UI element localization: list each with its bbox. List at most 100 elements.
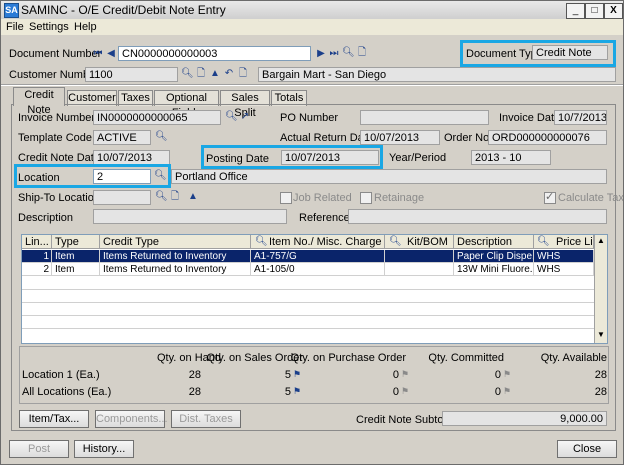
minimize-button[interactable]: _ [566,3,585,19]
separator [1,84,623,86]
next-record-icon[interactable]: ▶ [315,48,327,60]
customer-edit-icon[interactable]: 🗋 [237,68,249,80]
customer-zoom-icon[interactable]: ▲ [209,68,221,80]
components-button[interactable]: Components... [95,410,168,428]
row-credit-type-cell: Items Returned to Inventory [100,250,251,263]
row-price-list-cell: WHS [534,250,594,263]
previous-record-icon[interactable]: ◀ [105,48,117,60]
document-number-field[interactable]: CN0000000000003 [118,46,311,61]
sales-order-drilldown-icon[interactable]: ⚑ [293,370,301,379]
item-tax-button[interactable]: Item/Tax... [19,410,89,428]
location-field[interactable]: 2 [93,169,151,184]
template-code-label: Template Code [18,132,92,144]
location-description-field: Portland Office [171,169,607,184]
close-window-button[interactable]: X [604,3,623,19]
ship-to-finder-icon[interactable]: 🔍︎ [155,191,168,203]
posting-date-label: Posting Date [206,153,269,165]
location-label: Location [18,172,60,184]
credit-note-date-label: Credit Note Date [18,152,100,164]
invoice-finder-icon[interactable]: 🔍︎ [225,111,238,123]
actual-return-date-label: Actual Return Date [280,132,373,144]
ship-to-new-icon[interactable]: 🗋 [169,191,181,203]
template-code-field[interactable]: ACTIVE [93,130,151,145]
ship-to-zoom-icon[interactable]: ▲ [187,191,199,203]
search-icon[interactable]: 🔍︎ [342,47,355,59]
window-title: SAMINC - O/E Credit/Debit Note Entry [21,3,226,17]
qty-committed-header: Qty. Committed [428,352,504,364]
column-header-item-no[interactable]: Item No./ Misc. Charge [251,235,385,249]
purchase-order-drilldown-icon[interactable]: ⚑ [401,370,409,379]
invoice-date-field[interactable]: 10/7/2013 [554,110,607,125]
post-button[interactable]: Post [9,440,69,458]
app-icon: SA [4,3,19,18]
menu-settings[interactable]: Settings [29,20,69,34]
maximize-button[interactable]: □ [585,3,604,19]
column-header-type[interactable]: Type [52,235,100,249]
location-finder-icon[interactable]: 🔍︎ [154,170,167,182]
tab-credit-note[interactable]: Credit Note [13,87,65,116]
column-header-credit-type[interactable]: Credit Type [100,235,251,249]
actual-return-date-field[interactable]: 10/07/2013 [360,130,440,145]
column-header-description[interactable]: Description [454,235,534,249]
history-button[interactable]: History... [74,440,134,458]
ship-to-location-field[interactable] [93,190,151,205]
stock-value: 28 [594,386,607,398]
customer-new-icon[interactable]: 🗋 [195,68,207,80]
scroll-down-icon[interactable]: ▼ [596,330,606,340]
window: SA SAMINC - O/E Credit/Debit Note Entry … [0,0,624,465]
stock-value: 5 [284,386,291,398]
document-type-field[interactable]: Credit Note [532,45,608,60]
customer-finder-icon[interactable]: 🔍︎ [181,68,194,80]
close-button[interactable]: Close [557,440,617,458]
job-related-checkbox[interactable] [280,192,292,204]
row-description-cell: 13W Mini Fluore... [454,263,534,276]
row-line-cell: 1 [22,250,52,263]
committed-drilldown-icon[interactable]: ⚑ [503,387,511,396]
customer-number-field[interactable]: 1100 [85,67,178,82]
invoice-drilldown-icon[interactable]: ↗ [239,111,251,123]
invoice-number-field[interactable]: IN0000000000065 [93,110,221,125]
empty-row [22,302,594,316]
sales-order-drilldown-icon[interactable]: ⚑ [293,387,301,396]
detail-grid[interactable]: Lin... Type Credit Type Item No./ Misc. … [21,234,608,344]
credit-note-date-field[interactable]: 10/07/2013 [93,150,170,165]
calculate-tax-checkbox[interactable] [544,190,556,204]
reference-field[interactable] [348,209,607,224]
committed-drilldown-icon[interactable]: ⚑ [503,370,511,379]
template-finder-icon[interactable]: 🔍︎ [155,131,168,143]
subtotal-field: 9,000.00 [442,411,607,426]
ship-to-location-label: Ship-To Location [18,192,100,204]
description-field[interactable] [93,209,287,224]
first-record-icon[interactable]: ⏮ [92,48,104,60]
item-finder-icon[interactable]: 🔍︎ [255,236,268,248]
grid-scrollbar[interactable]: ▲ ▼ [594,235,607,343]
stock-value: 5 [284,369,291,381]
empty-row [22,289,594,303]
reference-label: Reference [299,212,350,224]
row-price-list-cell: WHS [534,263,594,276]
retainage-label: Retainage [374,192,425,204]
scroll-up-icon[interactable]: ▲ [596,236,606,246]
po-number-field[interactable] [360,110,489,125]
year-period-field[interactable]: 2013 - 10 [471,150,551,165]
retainage-checkbox[interactable] [360,192,372,204]
stock-value: 0 [494,369,501,381]
job-related-label: Job Related [293,192,352,204]
stock-value: 0 [494,386,501,398]
qty-on-sales-order-header: Qty. on Sales Order [206,352,303,364]
stock-value: 0 [392,369,399,381]
customer-refresh-icon[interactable]: ↶ [223,68,235,80]
price-list-finder-icon[interactable]: 🔍︎ [537,236,550,248]
order-no-field[interactable]: ORD000000000076 [488,130,607,145]
po-number-label: PO Number [280,112,339,124]
row-description-cell: Paper Clip Dispe... [454,250,534,263]
posting-date-field[interactable]: 10/07/2013 [281,150,379,165]
last-record-icon[interactable]: ⏭ [328,48,340,60]
menu-file[interactable]: File [6,20,24,34]
purchase-order-drilldown-icon[interactable]: ⚑ [401,387,409,396]
column-header-line[interactable]: Lin... [22,235,52,249]
menu-help[interactable]: Help [74,20,97,34]
kit-finder-icon[interactable]: 🔍︎ [389,236,402,248]
dist-taxes-button[interactable]: Dist. Taxes [171,410,241,428]
new-document-icon[interactable]: 🗋 [356,47,368,59]
